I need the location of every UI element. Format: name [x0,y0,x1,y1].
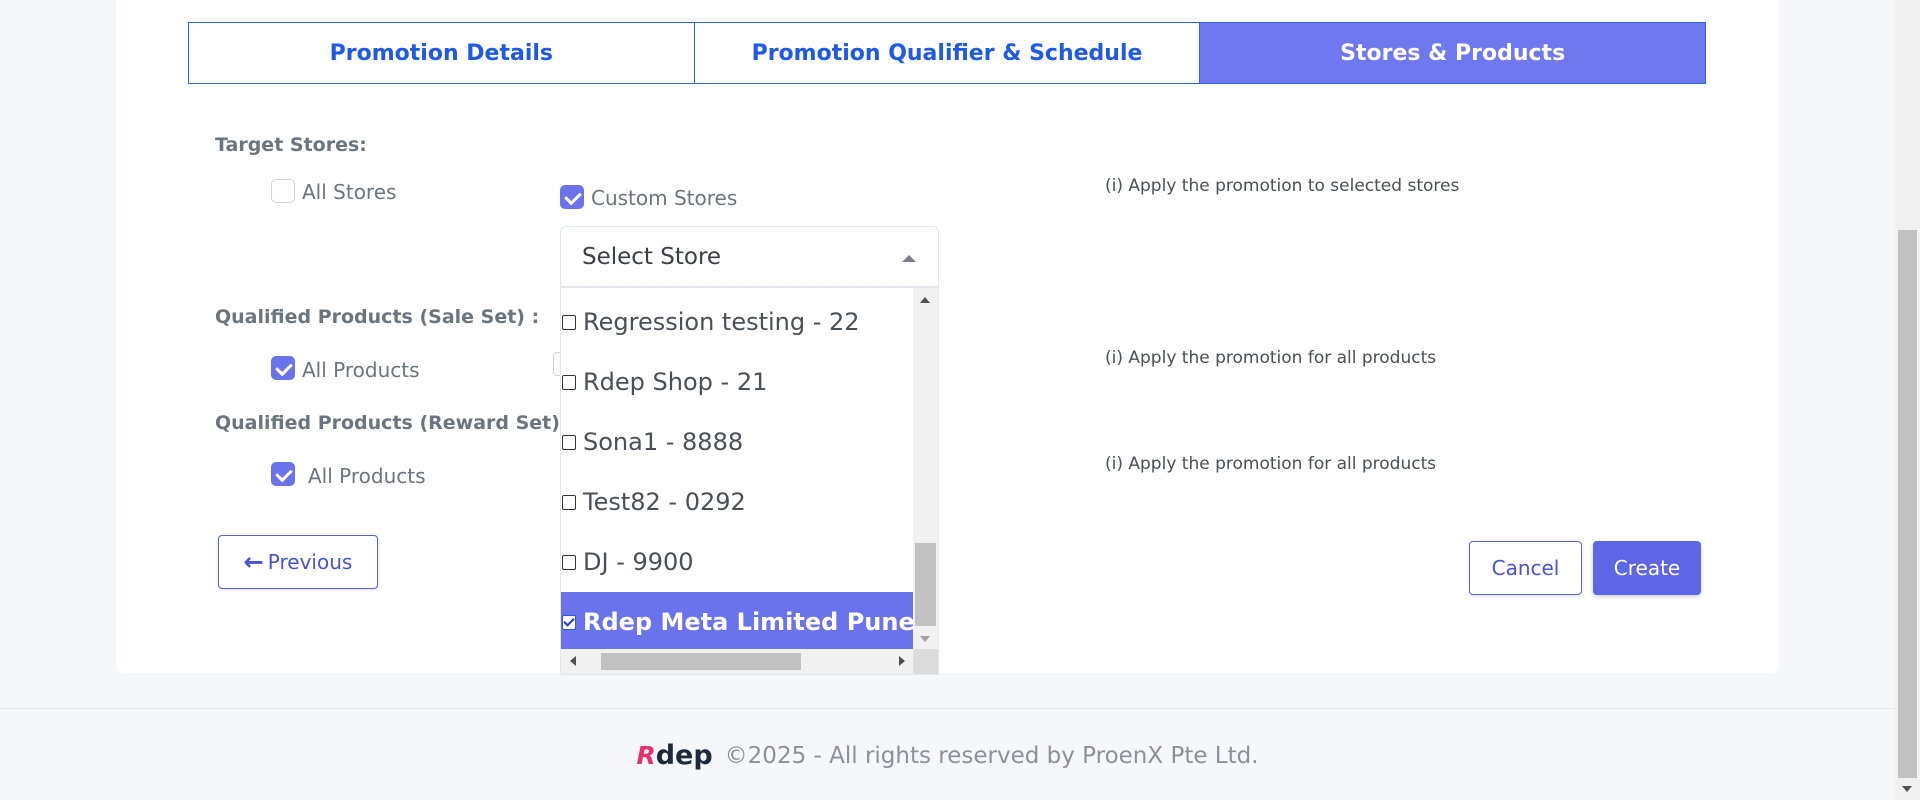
tab-promotion-details[interactable]: Promotion Details [188,22,695,84]
reward-set-info: (i) Apply the promotion for all products [1105,454,1437,474]
previous-button[interactable]: ← Previous [218,535,378,589]
option-checkbox[interactable] [562,494,576,510]
option-checkbox[interactable] [562,554,576,570]
reward-set-all-products-label: All Products [308,464,426,488]
copyright-text: ©2025 - All rights reserved by ProenX Pt… [724,742,1259,769]
sale-set-label: Qualified Products (Sale Set) : [215,306,540,328]
store-option[interactable]: Rdep Shop - 21 [561,352,914,412]
store-option[interactable]: Regression testing - 22 [561,292,914,352]
store-option[interactable]: Sona1 - 8888 [561,412,914,472]
tab-stores-products[interactable]: Stores & Products [1199,22,1707,84]
footer: R dep ©2025 - All rights reserved by Pro… [0,740,1895,771]
option-checkbox[interactable] [562,314,576,330]
store-select[interactable]: Select Store [560,226,939,287]
scroll-left-arrow-icon[interactable] [570,656,576,666]
option-checkbox-checked[interactable] [562,614,576,630]
scroll-up-arrow-icon[interactable] [920,297,930,303]
reward-set-all-products-checkbox[interactable] [271,462,295,486]
all-stores-checkbox[interactable] [271,179,295,203]
scroll-down-arrow-icon[interactable] [920,636,930,642]
dropdown-hscroll-thumb[interactable] [601,653,801,670]
sale-set-all-products-checkbox[interactable] [271,356,295,380]
tab-promotion-qualifier-schedule[interactable]: Promotion Qualifier & Schedule [693,22,1201,84]
custom-stores-checkbox[interactable] [560,185,584,209]
dropdown-horizontal-scrollbar[interactable] [561,649,914,674]
page-scrollbar[interactable] [1895,0,1920,800]
target-stores-info: (i) Apply the promotion to selected stor… [1105,176,1460,196]
scroll-right-arrow-icon[interactable] [899,656,905,666]
store-dropdown-list[interactable]: Regression testing - 22 Rdep Shop - 21 S… [560,287,939,675]
rdep-logo-text: dep [655,740,713,771]
arrow-left-icon: ← [243,548,264,576]
rdep-logo: R dep [636,740,712,771]
store-select-placeholder: Select Store [582,244,722,270]
target-stores-label: Target Stores: [215,134,367,156]
sale-set-info: (i) Apply the promotion for all products [1105,348,1437,368]
store-option-label: Test82 - 0292 [583,488,746,516]
sale-set-all-products-label: All Products [302,358,420,382]
store-option[interactable]: DJ - 9900 [561,532,914,592]
create-button[interactable]: Create [1593,541,1701,595]
store-option-label: DJ - 9900 [583,548,694,576]
store-option-selected[interactable]: Rdep Meta Limited Pune - 1700 [561,592,914,652]
page-scroll-down-arrow-icon[interactable] [1902,786,1912,792]
rdep-logo-mark: R [636,741,656,770]
scrollbar-corner [913,649,938,674]
footer-divider [0,708,1895,709]
dropdown-vertical-scrollbar[interactable] [913,288,938,651]
reward-set-label: Qualified Products (Reward Set) : [215,412,575,434]
page-scroll-thumb[interactable] [1898,230,1917,778]
store-option[interactable]: Test82 - 0292 [561,472,914,532]
store-option-label: Rdep Meta Limited Pune - 1700 [583,608,914,636]
all-stores-label: All Stores [302,180,397,204]
option-checkbox[interactable] [562,434,576,450]
cancel-button[interactable]: Cancel [1469,541,1582,595]
custom-stores-label: Custom Stores [591,186,738,210]
option-checkbox[interactable] [562,374,576,390]
store-option-label: Rdep Shop - 21 [583,368,768,396]
wizard-tabs: Promotion Details Promotion Qualifier & … [188,22,1707,84]
store-option-label: Regression testing - 22 [583,308,860,336]
caret-up-icon[interactable] [902,255,916,262]
dropdown-scroll-thumb[interactable] [915,543,936,626]
previous-button-label: Previous [267,550,353,574]
store-option-label: Sona1 - 8888 [583,428,744,456]
